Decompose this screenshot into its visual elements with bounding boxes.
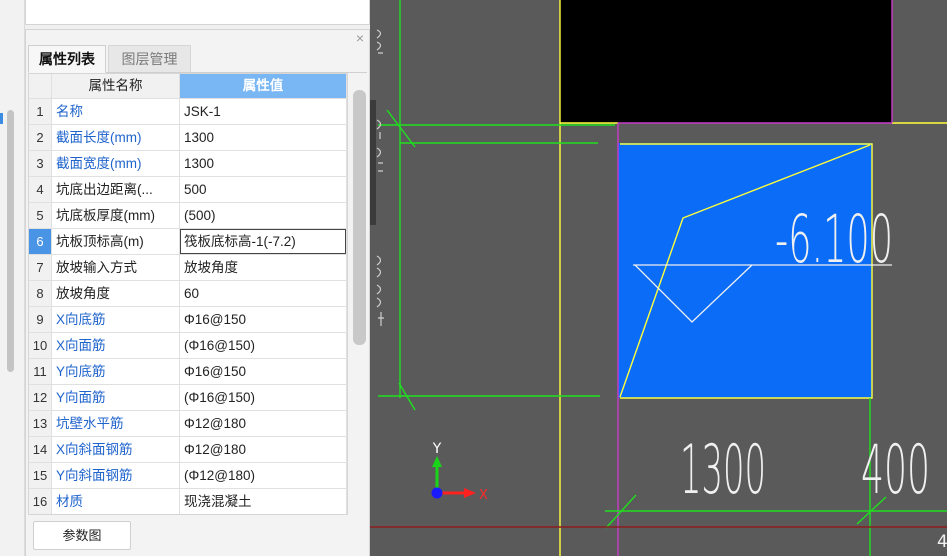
property-row[interactable]: 3 截面宽度(mm) 1300 xyxy=(29,151,347,177)
row-number: 1 xyxy=(29,99,52,124)
property-value[interactable]: Φ12@180 xyxy=(180,437,347,462)
property-value[interactable]: (Φ16@150) xyxy=(180,333,347,358)
upper-panel-area xyxy=(25,0,370,25)
axis-number-text: 4 xyxy=(937,532,947,552)
row-number: 10 xyxy=(29,333,52,358)
x-axis-label: X xyxy=(479,488,488,503)
property-name: X向面筋 xyxy=(52,333,180,358)
property-row[interactable]: 5 坑底板厚度(mm) (500) xyxy=(29,203,347,229)
property-value[interactable]: Φ16@150 xyxy=(180,307,347,332)
close-icon[interactable]: × xyxy=(356,31,364,45)
property-row[interactable]: 1 名称 JSK-1 xyxy=(29,99,347,125)
row-number: 14 xyxy=(29,437,52,462)
property-name: 坑底板厚度(mm) xyxy=(52,203,180,228)
property-value[interactable]: (Φ12@180) xyxy=(180,463,347,488)
property-row[interactable]: 14 X向斜面钢筋 Φ12@180 xyxy=(29,437,347,463)
property-value[interactable]: (500) xyxy=(180,203,347,228)
property-row[interactable]: 2 截面长度(mm) 1300 xyxy=(29,125,347,151)
property-name: Y向斜面钢筋 xyxy=(52,463,180,488)
row-number: 15 xyxy=(29,463,52,488)
property-row-selected[interactable]: 6 坑板顶标高(m) 筏板底标高-1(-7.2) xyxy=(29,229,347,255)
row-number: 13 xyxy=(29,411,52,436)
row-number: 11 xyxy=(29,359,52,384)
table-scrollbar[interactable] xyxy=(353,73,366,515)
table-header: 属性名称 属性值 xyxy=(29,74,347,99)
property-row[interactable]: 4 坑底出边距离(... 500 xyxy=(29,177,347,203)
property-panel: × 属性列表 图层管理 属性名称 属性值 1 名称 JSK-1 2 截面长度(m… xyxy=(25,29,370,556)
property-name: 名称 xyxy=(52,99,180,124)
header-property-name: 属性名称 xyxy=(52,74,180,98)
property-name: Y向面筋 xyxy=(52,385,180,410)
dimension-text: 1300 xyxy=(680,431,766,510)
left-scrollbar-thumb[interactable] xyxy=(7,110,14,372)
cad-canvas[interactable]: -6.100 1300 400 4 Y X xyxy=(370,0,947,556)
property-row[interactable]: 16 材质 现浇混凝土 xyxy=(29,489,347,514)
property-name: 坑板顶标高(m) xyxy=(52,229,180,254)
property-name: X向斜面钢筋 xyxy=(52,437,180,462)
left-dock-marker xyxy=(0,113,3,124)
tab-property-list[interactable]: 属性列表 xyxy=(28,45,106,73)
property-name: 坑壁水平筋 xyxy=(52,411,180,436)
panel-splitter[interactable] xyxy=(370,100,376,225)
origin-dot xyxy=(431,487,443,499)
property-name: 坑底出边距离(... xyxy=(52,177,180,202)
property-row[interactable]: 7 放坡输入方式 放坡角度 xyxy=(29,255,347,281)
header-property-value: 属性值 xyxy=(180,74,347,98)
property-name: 截面宽度(mm) xyxy=(52,151,180,176)
property-name: 截面长度(mm) xyxy=(52,125,180,150)
property-value[interactable]: 现浇混凝土 xyxy=(180,489,347,514)
row-number: 12 xyxy=(29,385,52,410)
row-number: 8 xyxy=(29,281,52,306)
property-value[interactable]: JSK-1 xyxy=(180,99,347,124)
panel-tabs: 属性列表 图层管理 xyxy=(28,45,367,73)
raft-region[interactable] xyxy=(560,0,892,123)
parameter-diagram-button[interactable]: 参数图 xyxy=(33,521,131,550)
header-number-cell xyxy=(29,74,52,98)
property-row[interactable]: 12 Y向面筋 (Φ16@150) xyxy=(29,385,347,411)
property-name: 材质 xyxy=(52,489,180,514)
row-number: 3 xyxy=(29,151,52,176)
property-value[interactable]: (Φ16@150) xyxy=(180,385,347,410)
property-row[interactable]: 10 X向面筋 (Φ16@150) xyxy=(29,333,347,359)
property-row[interactable]: 11 Y向底筋 Φ16@150 xyxy=(29,359,347,385)
row-number: 5 xyxy=(29,203,52,228)
row-number: 16 xyxy=(29,489,52,514)
property-value[interactable]: Φ12@180 xyxy=(180,411,347,436)
property-value-editor[interactable]: 筏板底标高-1(-7.2) xyxy=(180,229,347,254)
property-table: 属性名称 属性值 1 名称 JSK-1 2 截面长度(mm) 1300 3 截面… xyxy=(28,73,348,515)
row-number: 4 xyxy=(29,177,52,202)
tab-layer-manager[interactable]: 图层管理 xyxy=(108,45,191,72)
row-number: 7 xyxy=(29,255,52,280)
property-row[interactable]: 13 坑壁水平筋 Φ12@180 xyxy=(29,411,347,437)
property-name: X向底筋 xyxy=(52,307,180,332)
row-number: 6 xyxy=(29,229,52,254)
dimension-text: 400 xyxy=(861,431,930,510)
property-value[interactable]: 放坡角度 xyxy=(180,255,347,280)
row-number: 2 xyxy=(29,125,52,150)
y-axis-label: Y xyxy=(432,441,442,457)
property-row[interactable]: 15 Y向斜面钢筋 (Φ12@180) xyxy=(29,463,347,489)
property-value[interactable]: 60 xyxy=(180,281,347,306)
left-dock-strip xyxy=(0,0,25,556)
row-number: 9 xyxy=(29,307,52,332)
property-row[interactable]: 9 X向底筋 Φ16@150 xyxy=(29,307,347,333)
property-value[interactable]: Φ16@150 xyxy=(180,359,347,384)
property-name: Y向底筋 xyxy=(52,359,180,384)
cad-drawing[interactable]: -6.100 1300 400 4 Y X xyxy=(370,0,947,556)
property-name: 放坡角度 xyxy=(52,281,180,306)
table-scrollbar-thumb[interactable] xyxy=(353,90,366,345)
property-name: 放坡输入方式 xyxy=(52,255,180,280)
property-value[interactable]: 500 xyxy=(180,177,347,202)
elevation-text: -6.100 xyxy=(775,201,893,278)
property-value[interactable]: 1300 xyxy=(180,125,347,150)
property-value[interactable]: 1300 xyxy=(180,151,347,176)
property-row[interactable]: 8 放坡角度 60 xyxy=(29,281,347,307)
